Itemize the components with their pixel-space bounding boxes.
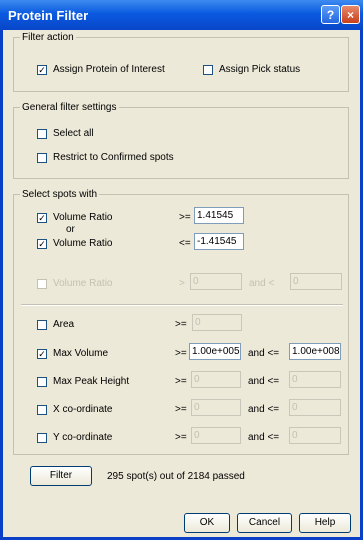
restrict-confirmed-checkbox[interactable] [37,153,47,163]
max-volume-checkbox[interactable]: ✓ [37,349,47,359]
title-help-button[interactable]: ? [321,5,340,24]
max-peak-label: Max Peak Height [53,376,130,387]
title-bar: Protein Filter ? × [0,0,363,30]
max-peak-max-input[interactable]: 0 [289,371,341,388]
filter-status-text: 295 spot(s) out of 2184 passed [107,471,245,482]
volume-ratio-1-label: Volume Ratio [53,212,113,223]
ok-button[interactable]: OK [184,513,230,533]
y-coordinate-min-input[interactable]: 0 [191,427,241,444]
protein-filter-dialog: Protein Filter ? × Filter action ✓ Assig… [0,0,363,540]
cancel-button[interactable]: Cancel [237,513,292,533]
filter-action-legend: Filter action [22,32,74,43]
filter-button[interactable]: Filter [30,466,92,486]
y-coordinate-label: Y co-ordinate [53,432,113,443]
area-input[interactable]: 0 [192,314,242,331]
y-coordinate-max-input[interactable]: 0 [289,427,341,444]
select-divider [21,304,343,306]
max-peak-checkbox[interactable] [37,377,47,387]
volume-ratio-range-max-input: 0 [290,273,342,290]
volume-ratio-2-checkbox[interactable]: ✓ [37,239,47,249]
help-button[interactable]: Help [299,513,351,533]
filter-action-group: Filter action [13,32,349,92]
y-coordinate-checkbox[interactable] [37,433,47,443]
y-coordinate-and: and <= [248,432,280,443]
max-peak-and: and <= [248,376,280,387]
or-label: or [66,224,75,235]
max-volume-label: Max Volume [53,348,109,359]
assign-pick-label: Assign Pick status [219,64,301,75]
max-volume-operator: >= [175,348,187,359]
x-coordinate-checkbox[interactable] [37,405,47,415]
area-operator: >= [175,319,187,330]
x-coordinate-max-input[interactable]: 0 [289,399,341,416]
select-spots-legend: Select spots with [22,189,98,200]
title-close-button[interactable]: × [341,5,360,24]
max-peak-operator: >= [175,376,187,387]
volume-ratio-range-operator: > [179,278,185,289]
assign-pick-checkbox[interactable] [203,65,213,75]
volume-ratio-range-min-input: 0 [190,273,242,290]
max-volume-min-input[interactable]: 1.00e+005 [189,343,241,360]
y-coordinate-operator: >= [175,432,187,443]
select-all-label: Select all [53,128,94,139]
restrict-confirmed-label: Restrict to Confirmed spots [53,152,174,163]
volume-ratio-range-checkbox [37,279,47,289]
x-coordinate-and: and <= [248,404,280,415]
volume-ratio-2-input[interactable]: -1.41545 [194,233,244,250]
area-checkbox[interactable] [37,320,47,330]
x-coordinate-min-input[interactable]: 0 [191,399,241,416]
x-coordinate-label: X co-ordinate [53,404,113,415]
assign-poi-label: Assign Protein of Interest [53,64,165,75]
max-peak-min-input[interactable]: 0 [191,371,241,388]
select-all-checkbox[interactable] [37,129,47,139]
volume-ratio-2-operator: <= [179,238,191,249]
volume-ratio-range-and: and < [249,278,275,289]
volume-ratio-1-input[interactable]: 1.41545 [194,207,244,224]
volume-ratio-2-label: Volume Ratio [53,238,113,249]
max-volume-and: and <= [248,348,280,359]
general-settings-legend: General filter settings [22,102,117,113]
general-settings-group: General filter settings [13,102,349,179]
max-volume-max-input[interactable]: 1.00e+008 [289,343,341,360]
window-title: Protein Filter [8,8,89,23]
volume-ratio-1-operator: >= [179,212,191,223]
x-coordinate-operator: >= [175,404,187,415]
volume-ratio-range-label: Volume Ratio [53,278,113,289]
area-label: Area [53,319,75,330]
assign-poi-checkbox[interactable]: ✓ [37,65,47,75]
volume-ratio-1-checkbox[interactable]: ✓ [37,213,47,223]
